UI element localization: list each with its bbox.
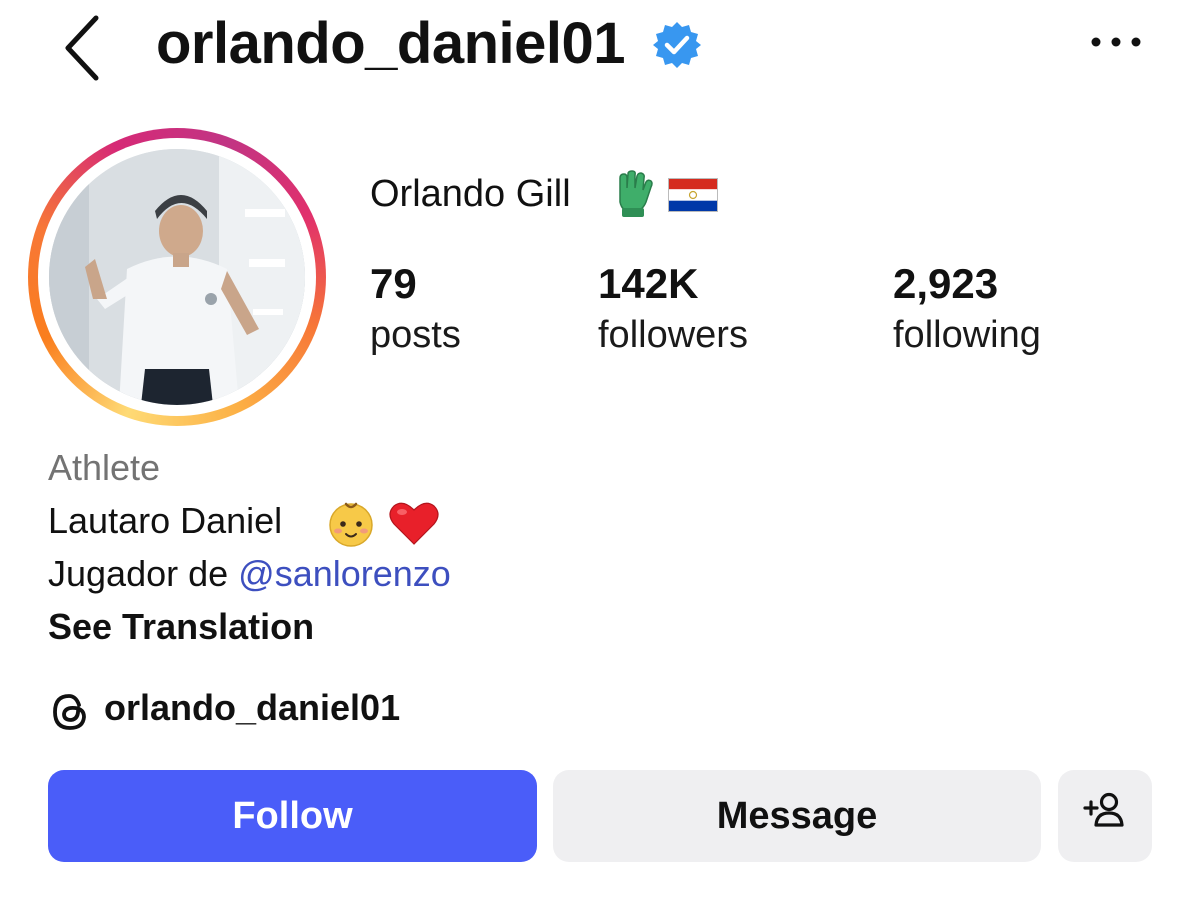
avatar[interactable] [49, 149, 305, 405]
posts-count: 79 [370, 260, 417, 307]
more-options-icon[interactable] [1088, 32, 1144, 52]
followers-label: followers [598, 314, 748, 356]
paraguay-flag-icon [668, 178, 718, 212]
stat-following[interactable]: 2,923 following [893, 258, 1041, 360]
see-translation-link[interactable]: See Translation [48, 603, 314, 651]
threads-handle-link[interactable]: orlando_daniel01 [104, 684, 400, 732]
red-heart-icon [388, 500, 440, 546]
bio-line-2: Jugador de @sanlorenzo [48, 550, 451, 598]
profile-page: orlando_daniel01 Orlando Gill 79 posts 1… [0, 0, 1200, 897]
follow-button[interactable]: Follow [48, 770, 537, 862]
add-user-icon [1081, 787, 1129, 845]
back-icon[interactable] [58, 12, 108, 82]
suggested-users-button[interactable] [1058, 770, 1152, 862]
profile-category: Athlete [48, 447, 161, 488]
bio-line-1: Lautaro Daniel [48, 500, 283, 541]
profile-username: orlando_daniel01 [156, 11, 626, 76]
bio-line-2-text: Jugador de [48, 553, 239, 594]
threads-icon[interactable] [48, 690, 92, 734]
mention-link[interactable]: @sanlorenzo [238, 553, 451, 594]
baby-icon [326, 498, 376, 548]
profile-full-name: Orlando Gill [370, 173, 571, 215]
following-label: following [893, 314, 1041, 356]
stat-followers[interactable]: 142K followers [598, 258, 748, 360]
following-count: 2,923 [893, 260, 999, 307]
followers-count: 142K [598, 260, 699, 307]
message-button[interactable]: Message [553, 770, 1041, 862]
goalkeeper-glove-icon [612, 170, 656, 218]
stat-posts[interactable]: 79 posts [370, 258, 461, 360]
story-ring[interactable] [28, 128, 326, 426]
verified-badge-icon [652, 20, 702, 70]
posts-label: posts [370, 314, 461, 356]
